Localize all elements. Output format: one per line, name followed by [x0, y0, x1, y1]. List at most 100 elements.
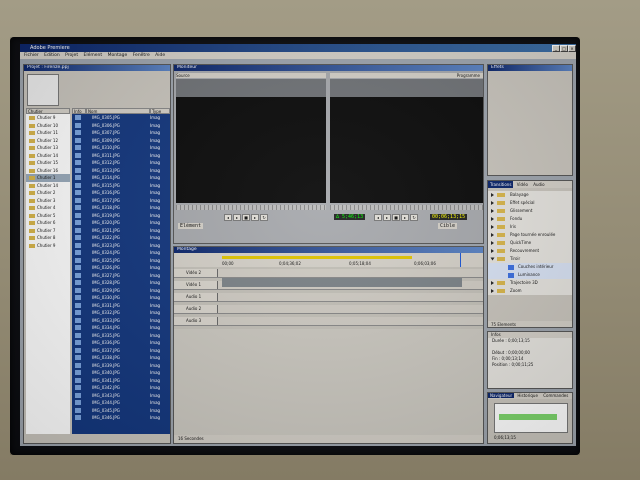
transition-folder[interactable]: Zoom: [488, 287, 572, 295]
clip-row[interactable]: IMG_0332.JPG Imag: [72, 309, 170, 317]
clip-row[interactable]: IMG_0334.JPG Imag: [72, 324, 170, 332]
clip-row[interactable]: IMG_0320.JPG Imag: [72, 219, 170, 227]
transition-folder[interactable]: Page tournée enroulée: [488, 231, 572, 239]
navigator-preview[interactable]: [494, 403, 568, 433]
chevron-right-icon[interactable]: [491, 201, 494, 205]
transition-item[interactable]: Couches intérieur: [488, 263, 572, 271]
tab-history[interactable]: Historique: [515, 393, 540, 398]
zoom-label[interactable]: 16 Secondes: [178, 436, 204, 441]
bin-item[interactable]: Chutier 7: [26, 227, 70, 235]
transition-folder[interactable]: Balayage: [488, 191, 572, 199]
menu-item-window[interactable]: Fenêtre: [133, 52, 150, 59]
menu-item-project[interactable]: Projet: [65, 52, 78, 59]
clip-row[interactable]: IMG_0321.JPG Imag: [72, 227, 170, 235]
source-ruler[interactable]: [176, 205, 326, 210]
tab-audio[interactable]: Audio: [531, 181, 546, 188]
program-ruler[interactable]: [330, 205, 483, 210]
chevron-right-icon[interactable]: [491, 281, 494, 285]
clip-row[interactable]: IMG_0309.JPG Imag: [72, 137, 170, 145]
track-header[interactable]: Audio 1: [174, 293, 218, 301]
tab-commands[interactable]: Commandes: [541, 393, 570, 398]
transition-folder[interactable]: Trajectoire 3D: [488, 279, 572, 287]
clip-row[interactable]: IMG_0314.JPG Imag: [72, 174, 170, 182]
bin-item[interactable]: Chutier 1: [26, 174, 70, 182]
timeline-track[interactable]: Audio 1: [174, 293, 483, 302]
program-stop-button[interactable]: ■: [392, 214, 400, 221]
video-clip-strip[interactable]: [222, 278, 462, 287]
clip-row[interactable]: IMG_0323.JPG Imag: [72, 242, 170, 250]
clip-row[interactable]: IMG_0345.JPG Imag: [72, 407, 170, 415]
clip-row[interactable]: IMG_0305.JPG Imag: [72, 114, 170, 122]
bin-item[interactable]: Chutier 4: [26, 204, 70, 212]
track-header[interactable]: Vidéo 1: [174, 281, 218, 289]
step-forward-button[interactable]: ▸: [251, 214, 259, 221]
bin-item[interactable]: Chutier 3: [26, 197, 70, 205]
clip-row[interactable]: IMG_0312.JPG Imag: [72, 159, 170, 167]
transition-folder[interactable]: Glissement: [488, 207, 572, 215]
timeline-track[interactable]: Vidéo 2: [174, 269, 483, 278]
clip-row[interactable]: IMG_0325.JPG Imag: [72, 257, 170, 265]
bin-item[interactable]: Chutier 11: [26, 129, 70, 137]
track-header[interactable]: Audio 2: [174, 305, 218, 313]
clip-row[interactable]: IMG_0311.JPG Imag: [72, 152, 170, 160]
bin-item[interactable]: Chutier 2: [26, 189, 70, 197]
clip-row[interactable]: IMG_0310.JPG Imag: [72, 144, 170, 152]
loop-button[interactable]: ↻: [260, 214, 268, 221]
step-back-button[interactable]: ◂: [224, 214, 232, 221]
source-tab[interactable]: Source: [176, 73, 326, 78]
transition-folder[interactable]: Iris: [488, 223, 572, 231]
program-step-back-button[interactable]: ◂: [374, 214, 382, 221]
clip-row[interactable]: IMG_0344.JPG Imag: [72, 399, 170, 407]
clip-row[interactable]: IMG_0315.JPG Imag: [72, 182, 170, 190]
menu-item-edit[interactable]: Edition: [44, 52, 60, 59]
program-play-button[interactable]: ▸: [383, 214, 391, 221]
timeline-ruler[interactable]: 00;00 0;04;36;02 0;05;18;04 0;06;03;06: [174, 253, 483, 267]
clip-row[interactable]: IMG_0333.JPG Imag: [72, 317, 170, 325]
clip-row[interactable]: IMG_0324.JPG Imag: [72, 249, 170, 257]
transition-item[interactable]: Luminance: [488, 271, 572, 279]
transition-folder[interactable]: Fondu: [488, 215, 572, 223]
navigator-viewport[interactable]: [499, 414, 557, 420]
clip-row[interactable]: IMG_0326.JPG Imag: [72, 264, 170, 272]
clip-row[interactable]: IMG_0341.JPG Imag: [72, 377, 170, 385]
transition-folder[interactable]: Recouvrement: [488, 247, 572, 255]
bin-item[interactable]: Chutier 16: [26, 167, 70, 175]
timeline-track[interactable]: Audio 2: [174, 305, 483, 314]
maximize-button[interactable]: □: [560, 45, 568, 52]
clip-row[interactable]: IMG_0340.JPG Imag: [72, 369, 170, 377]
clip-row[interactable]: IMG_0319.JPG Imag: [72, 212, 170, 220]
menu-item-help[interactable]: Aide: [155, 52, 165, 59]
chevron-right-icon[interactable]: [491, 193, 494, 197]
timeline-track[interactable]: Audio 3: [174, 317, 483, 326]
menu-item-timeline[interactable]: Montage: [108, 52, 128, 59]
clip-row[interactable]: IMG_0330.JPG Imag: [72, 294, 170, 302]
bin-item[interactable]: Chutier 10: [26, 122, 70, 130]
chevron-right-icon[interactable]: [491, 249, 494, 253]
close-button[interactable]: ×: [568, 45, 576, 52]
tab-video[interactable]: Vidéo: [515, 181, 530, 188]
bin-item[interactable]: Chutier 9: [26, 242, 70, 250]
clip-row[interactable]: IMG_0342.JPG Imag: [72, 384, 170, 392]
program-tab[interactable]: Programme: [330, 73, 483, 78]
clip-row[interactable]: IMG_0331.JPG Imag: [72, 302, 170, 310]
clip-row[interactable]: IMG_0343.JPG Imag: [72, 392, 170, 400]
clip-row[interactable]: IMG_0346.JPG Imag: [72, 414, 170, 422]
program-step-forward-button[interactable]: ▸: [401, 214, 409, 221]
clip-row[interactable]: IMG_0318.JPG Imag: [72, 204, 170, 212]
transition-folder[interactable]: Tiroir: [488, 255, 572, 263]
clip-row[interactable]: IMG_0329.JPG Imag: [72, 287, 170, 295]
bin-item[interactable]: Chutier 5: [26, 212, 70, 220]
program-dropdown[interactable]: Cible: [438, 223, 458, 229]
track-header[interactable]: Vidéo 2: [174, 269, 218, 277]
clip-row[interactable]: IMG_0316.JPG Imag: [72, 189, 170, 197]
clip-row[interactable]: IMG_0327.JPG Imag: [72, 272, 170, 280]
chevron-down-icon[interactable]: [490, 257, 495, 261]
bin-item[interactable]: Chutier 13: [26, 144, 70, 152]
chevron-right-icon[interactable]: [491, 233, 494, 237]
clip-row[interactable]: IMG_0335.JPG Imag: [72, 332, 170, 340]
transition-folder[interactable]: Effet spécial: [488, 199, 572, 207]
source-dropdown[interactable]: Elément: [178, 223, 204, 229]
menu-item-clip[interactable]: Elément: [84, 52, 103, 59]
tab-navigator[interactable]: Navigateur: [488, 393, 515, 398]
chevron-right-icon[interactable]: [491, 217, 494, 221]
